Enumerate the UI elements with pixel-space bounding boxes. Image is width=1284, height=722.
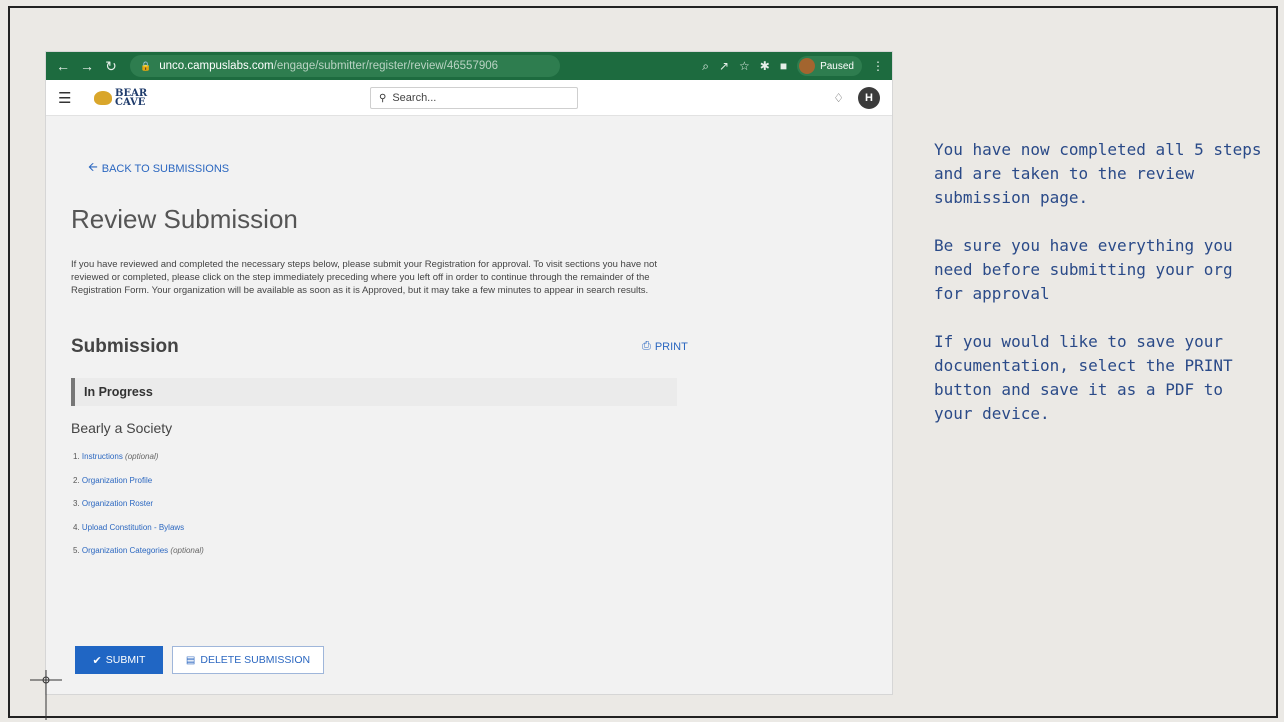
page-title: Review Submission — [71, 204, 298, 234]
arrow-left-icon: 🡨 — [88, 160, 98, 174]
url-host: unco.campuslabs.com — [159, 60, 274, 72]
browser-actions: ⌕ ↗ ☆ ✱ ■ Paused ⋮ — [702, 56, 884, 76]
callout-paragraph: If you would like to save your documenta… — [934, 332, 1233, 423]
step-link-instructions[interactable]: Instructions — [82, 452, 123, 461]
list-item: 3. Organization Roster — [73, 499, 154, 508]
submit-button[interactable]: ✔ SUBMIT — [75, 646, 163, 674]
back-arrow-icon[interactable]: ← — [54, 58, 72, 74]
bear-logo-icon — [94, 90, 112, 105]
reload-icon[interactable]: ↻ — [102, 58, 120, 75]
callout-paragraph: You have now completed all 5 steps and a… — [934, 140, 1262, 207]
sidepanel-icon[interactable]: ■ — [780, 59, 787, 73]
step-link-organization-categories[interactable]: Organization Categories — [82, 546, 168, 555]
intro-text: If you have reviewed and completed the n… — [71, 259, 657, 296]
menu-icon[interactable]: ☰ — [58, 89, 78, 107]
user-avatar[interactable]: H — [858, 86, 880, 109]
profile-chip[interactable]: Paused — [797, 56, 862, 76]
trash-icon: ▤ — [185, 654, 196, 666]
logo-text: BEAR CAVE — [115, 87, 148, 108]
back-to-submissions-link[interactable]: 🡨 BACK TO SUBMISSIONS — [88, 158, 229, 179]
profile-status: Paused — [820, 60, 854, 72]
organization-name: Bearly a Society — [71, 420, 173, 436]
star-icon[interactable]: ☆ — [739, 59, 750, 73]
print-button[interactable]: ⎙ PRINT — [642, 340, 688, 353]
step-link-organization-roster[interactable]: Organization Roster — [82, 499, 153, 508]
forward-arrow-icon[interactable]: → — [78, 58, 96, 74]
share-icon[interactable]: ↗ — [719, 59, 729, 73]
step-link-upload-constitution[interactable]: Upload Constitution - Bylaws — [82, 523, 184, 532]
search-input[interactable]: ⚲ Search... — [370, 87, 578, 109]
page-content: 🡨 BACK TO SUBMISSIONS Review Submission … — [46, 116, 892, 694]
step-link-organization-profile[interactable]: Organization Profile — [82, 476, 152, 485]
profile-avatar — [799, 58, 816, 74]
header-actions: ♢ H — [833, 86, 880, 109]
section-title: Submission — [71, 336, 179, 357]
zoom-icon[interactable]: ⌕ — [702, 59, 709, 74]
step-list: 1. Instructions (optional) 2. Organizati… — [73, 452, 204, 570]
browser-toolbar: ← → ↻ 🔒 unco.campuslabs.com /engage/subm… — [46, 52, 892, 80]
crosshair-mark — [30, 670, 62, 720]
address-bar[interactable]: 🔒 unco.campuslabs.com /engage/submitter/… — [130, 55, 560, 77]
extensions-icon[interactable]: ✱ — [760, 59, 770, 73]
search-placeholder: Search... — [392, 92, 437, 104]
list-item: 1. Instructions (optional) — [73, 452, 159, 461]
bear-cave-logo[interactable]: BEAR CAVE — [94, 87, 148, 108]
list-item: 4. Upload Constitution - Bylaws — [73, 522, 185, 532]
app-header: ☰ BEAR CAVE ⚲ Search... ♢ H — [46, 80, 892, 116]
status-badge: In Progress — [71, 378, 677, 406]
instruction-callout: You have now completed all 5 steps and a… — [934, 138, 1264, 450]
browser-window: ← → ↻ 🔒 unco.campuslabs.com /engage/subm… — [46, 52, 892, 694]
bell-icon[interactable]: ♢ — [833, 91, 844, 105]
callout-paragraph: Be sure you have everything you need bef… — [934, 236, 1233, 303]
search-icon: ⚲ — [379, 92, 387, 104]
kebab-menu-icon[interactable]: ⋮ — [872, 59, 884, 73]
lock-icon: 🔒 — [140, 60, 152, 71]
url-path: /engage/submitter/register/review/465579… — [273, 60, 499, 72]
list-item: 2. Organization Profile — [73, 475, 153, 485]
printer-icon: ⎙ — [642, 340, 651, 352]
delete-submission-button[interactable]: ▤ DELETE SUBMISSION — [172, 646, 324, 674]
check-icon: ✔ — [92, 654, 102, 667]
list-item: 5. Organization Categories (optional) — [73, 546, 204, 555]
